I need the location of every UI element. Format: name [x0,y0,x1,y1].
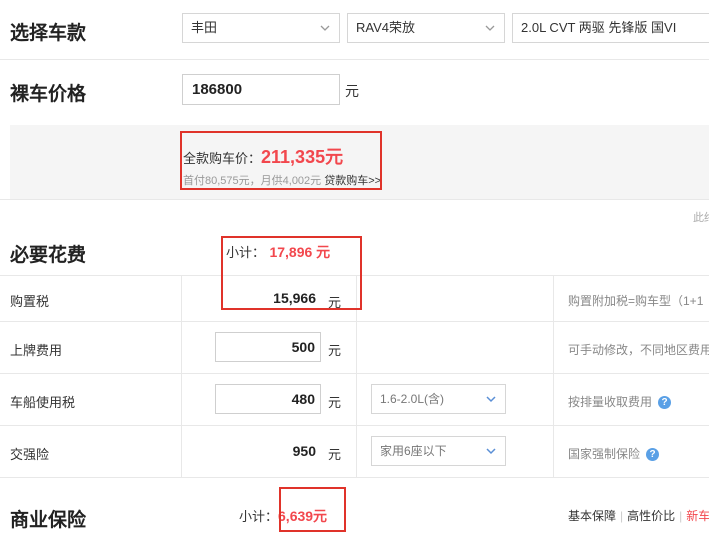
chevron-down-icon [320,25,330,31]
displacement-select-value: 1.6-2.0L(含) [380,392,445,406]
compulsory-insurance-note-wrap: 国家强制保险? [568,445,660,462]
displacement-select[interactable]: 1.6-2.0L(含) [371,384,506,414]
vehicle-tax-note: 按排量收取费用 [568,395,653,409]
insurance-tabs: 基本保障 | 高性价比 | 新车 [568,507,709,524]
chevron-down-icon [486,448,496,455]
help-icon[interactable]: ? [658,396,672,410]
bare-price-unit: 元 [345,83,359,99]
table-col-divider [553,276,554,477]
plate-fee-unit: 元 [328,343,342,358]
purchase-tax-note: 购置附加税=购车型（1+1 [568,294,704,308]
divider [0,59,709,60]
tab-new-car[interactable]: 新车 [686,509,709,523]
side-note-cut: 此终 [693,212,709,224]
vehicle-tax-unit: 元 [328,395,342,410]
plate-fee-note: 可手动修改，不同地区费用 [568,343,709,357]
section-title-commercial-insurance: 商业保险 [10,510,87,531]
section-title-bare-price: 裸车价格 [10,84,87,105]
tab-separator: | [679,509,683,523]
table-row-divider [0,477,709,478]
section-title-required-fees: 必要花费 [10,245,87,266]
chevron-down-icon [486,396,496,403]
table-col-divider [181,276,182,477]
vehicle-tax-value: 480 [291,391,315,407]
table-row-label-vehicle-tax: 车船使用税 [10,395,76,410]
tab-basic-protection[interactable]: 基本保障 [568,509,616,523]
table-row-divider [0,321,709,322]
bare-price-input[interactable]: 186800 [182,74,340,105]
model-select[interactable]: 2.0L CVT 两驱 先锋版 国VI [512,13,709,43]
table-row-divider [0,425,709,426]
vehicle-tax-note-wrap: 按排量收取费用? [568,393,672,410]
table-row-label-compulsory-insurance: 交强险 [10,447,50,462]
section-title-select-model: 选择车款 [10,23,87,44]
series-select[interactable]: RAV4荣放 [347,13,505,43]
series-select-value: RAV4荣放 [356,20,415,35]
seat-type-select-value: 家用6座以下 [380,444,447,458]
divider [0,199,709,200]
brand-select[interactable]: 丰田 [182,13,340,43]
chevron-down-icon [485,25,495,31]
bare-price-value: 186800 [192,81,243,98]
seat-type-select[interactable]: 家用6座以下 [371,436,506,466]
plate-fee-input[interactable]: 500 [215,332,321,362]
commercial-subtotal-label: 小计： [239,509,279,524]
plate-fee-value: 500 [291,339,315,355]
table-row-label-plate-fee: 上牌费用 [10,343,63,358]
help-icon[interactable]: ? [646,448,660,462]
required-subtotal-highlight [221,236,362,310]
table-row-label-purchase-tax: 购置税 [10,294,50,309]
total-price-highlight [180,131,382,190]
model-select-value: 2.0L CVT 两驱 先锋版 国VI [521,20,677,35]
compulsory-insurance-value: 950 [292,443,316,459]
brand-select-value: 丰田 [191,20,218,35]
vehicle-tax-input[interactable]: 480 [215,384,321,414]
tab-separator: | [620,509,624,523]
compulsory-insurance-note: 国家强制保险 [568,447,641,461]
table-row-divider [0,373,709,374]
tab-cost-effective[interactable]: 高性价比 [627,509,675,523]
commercial-subtotal-highlight [279,487,346,532]
compulsory-insurance-unit: 元 [328,447,342,462]
